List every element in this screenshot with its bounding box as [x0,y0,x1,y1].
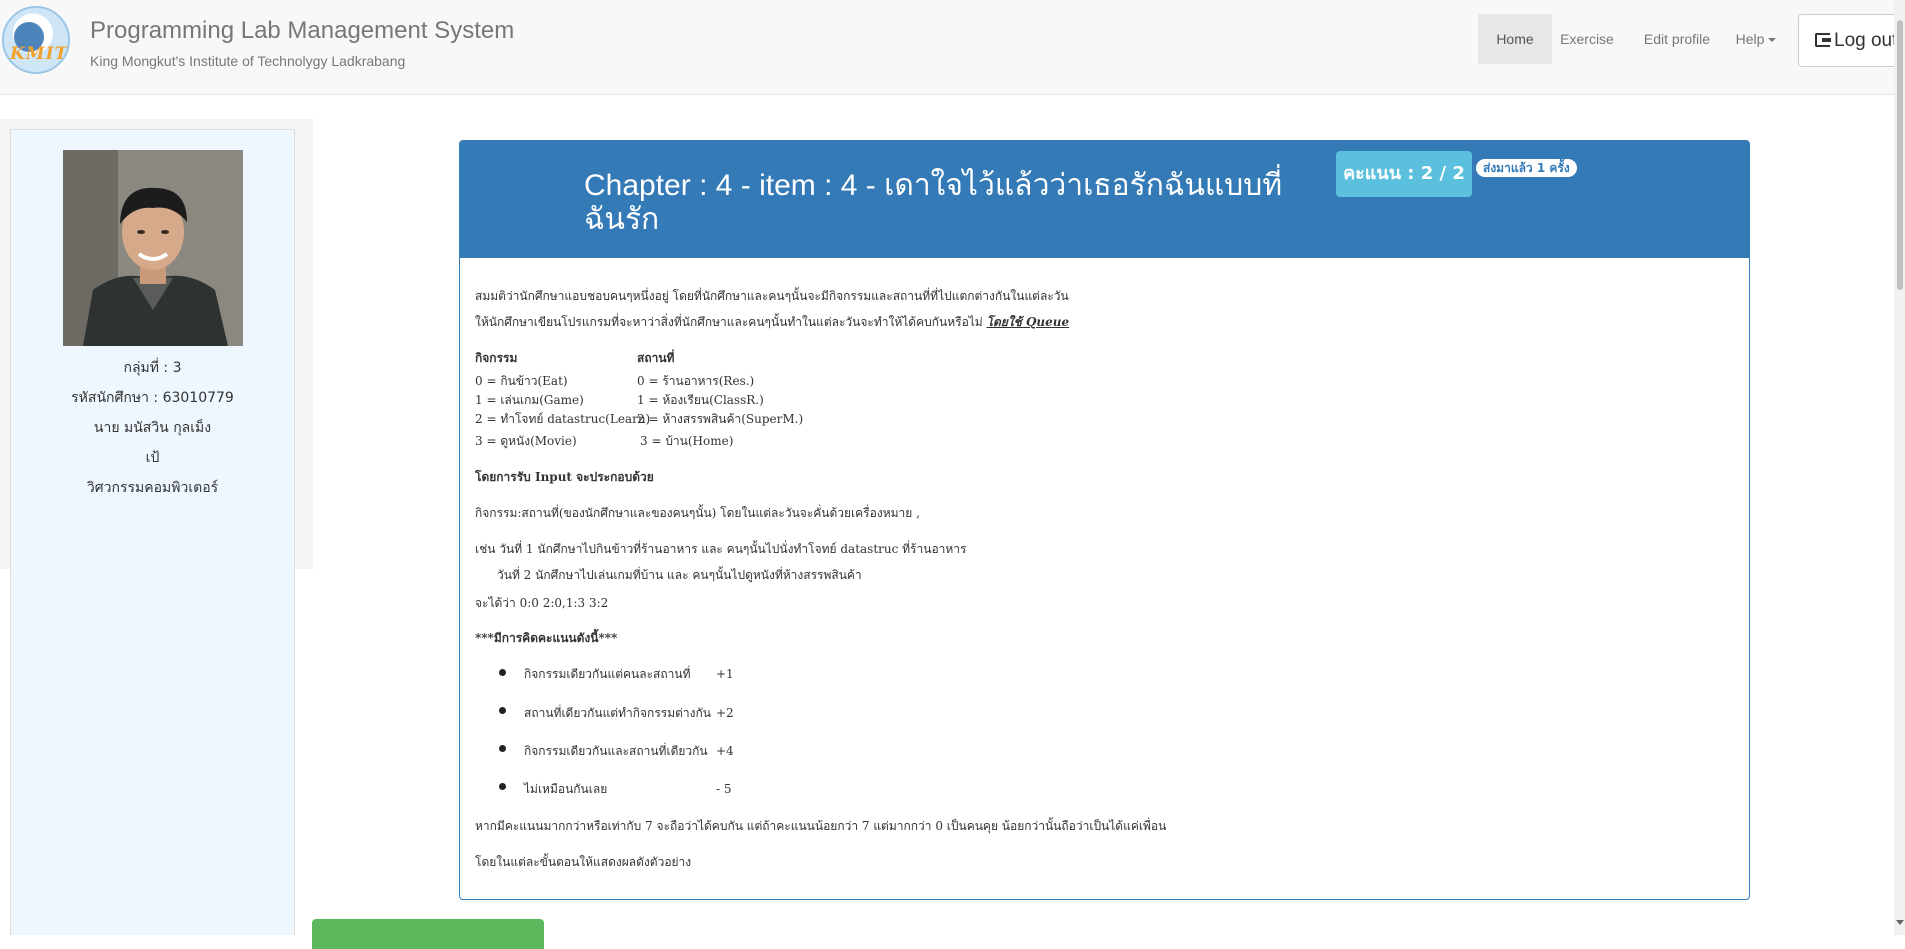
scoring-heading: ***มีการคิดคะแนนดังนี้*** [475,631,618,645]
example-line-2: วันที่ 2 นักศึกษาไปเล่นเกมที่บ้าน และ คน… [497,568,862,582]
logout-label: Log out [1834,30,1898,51]
navbar: KMITL Programming Lab Management System … [0,0,1905,95]
activity-item: 1 = เล่นเกม(Game) [475,393,584,407]
intro-line-1: สมมติว่านักศึกษาแอบชอบคนๆหนึ่งอยู่ โดยที… [475,289,1069,303]
table-head-place: สถานที่ [637,351,675,365]
nav-edit-profile[interactable]: Edit profile [1632,14,1722,64]
rule-score: +1 [716,667,734,681]
logout-button[interactable]: Log out [1798,14,1905,67]
intro-line-2-text: ให้นักศึกษาเขียนโปรแกรมที่จะหาว่าสิ่งที่… [475,315,987,329]
input-description: กิจกรรม:สถานที่(ของนักศึกษาและของคนๆนั้น… [475,506,920,520]
rule-text: กิจกรรมเดียวกันและสถานที่เดียวกัน [524,744,708,758]
nav-home[interactable]: Home [1478,14,1552,64]
bullet-icon [499,783,506,790]
nav-exercise[interactable]: Exercise [1552,14,1622,64]
rule-score: - 5 [716,782,732,796]
app-title[interactable]: Programming Lab Management System [90,17,514,45]
problem-panel-heading: Chapter : 4 - item : 4 - เดาใจไว้แล้วว่า… [460,141,1749,258]
example-line-1: เช่น วันที่ 1 นักศึกษาไปกินข้าวที่ร้านอา… [475,542,967,556]
scroll-down-icon[interactable] [1896,920,1904,925]
nav-help-label: Help [1735,31,1765,47]
caret-down-icon [1768,38,1777,43]
rule-score: +2 [716,706,734,720]
activity-item: 0 = กินข้าว(Eat) [475,374,568,388]
rule-score: +4 [716,744,734,758]
profile-student-id: รหัสนักศึกษา : 63010779 [71,390,234,406]
logout-icon [1815,33,1831,47]
scrollbar-thumb[interactable] [1897,20,1903,290]
submission-count-badge: ส่งมาแล้ว 1 ครั้ง [1476,159,1577,177]
profile-faculty: วิศวกรรมคอมพิวเตอร์ [86,480,219,496]
profile-group: กลุ่มที่ : 3 [123,360,182,376]
activity-item: 3 = ดูหนัง(Movie) [475,434,577,448]
conclusion-line: หากมีคะแนนมากกว่าหรือเท่ากับ 7 จะถือว่าไ… [475,819,1167,833]
kmitl-logo[interactable]: KMITL [2,6,70,74]
rule-text: กิจกรรมเดียวกันแต่คนละสถานที่ [524,667,691,681]
problem-title: Chapter : 4 - item : 4 - เดาใจไว้แล้วว่า… [584,169,1283,236]
input-heading: โดยการรับ Input จะประกอบด้วย [475,470,654,484]
table-head-activity: กิจกรรม [475,351,518,365]
output-instruction-line: โดยในแต่ละขั้นตอนให้แสดงผลดังตัวอย่าง [475,855,692,869]
intro-line-2: ให้นักศึกษาเขียนโปรแกรมที่จะหาว่าสิ่งที่… [475,313,1069,332]
rule-text: ไม่เหมือนกันเลย [524,782,608,796]
logo-text: KMITL [10,44,69,64]
activity-item: 2 = ทำโจทย์ datastruc(Learn) [475,412,651,426]
score-badge: คะแนน : 2 / 2 [1336,151,1472,197]
place-item: 0 = ร้านอาหาร(Res.) [637,374,755,388]
place-item: 2 = ห้างสรรพสินค้า(SuperM.) [637,412,804,426]
bullet-icon [499,745,506,752]
place-item: 1 = ห้องเรียน(ClassR.) [637,393,764,407]
bullet-icon [499,669,506,676]
avatar [63,150,243,346]
submit-button[interactable] [312,919,544,949]
app-subtitle: King Mongkut's Institute of Technolygy L… [90,53,406,69]
bullet-icon [499,707,506,714]
example-line-3: จะได้ว่า 0:0 2:0,1:3 3:2 [475,596,609,610]
place-item: 3 = บ้าน(Home) [640,434,734,448]
avatar-photo [63,150,243,346]
nav-help[interactable]: Help [1730,14,1782,64]
rule-text: สถานที่เดียวกันแต่ทำกิจกรรมต่างกัน [524,706,711,720]
profile-nickname: เป้ [145,450,160,466]
queue-emphasis: โดยใช้ Queue [986,315,1070,329]
profile-name: นาย มนัสวิน กุลเม็ง [93,420,212,436]
